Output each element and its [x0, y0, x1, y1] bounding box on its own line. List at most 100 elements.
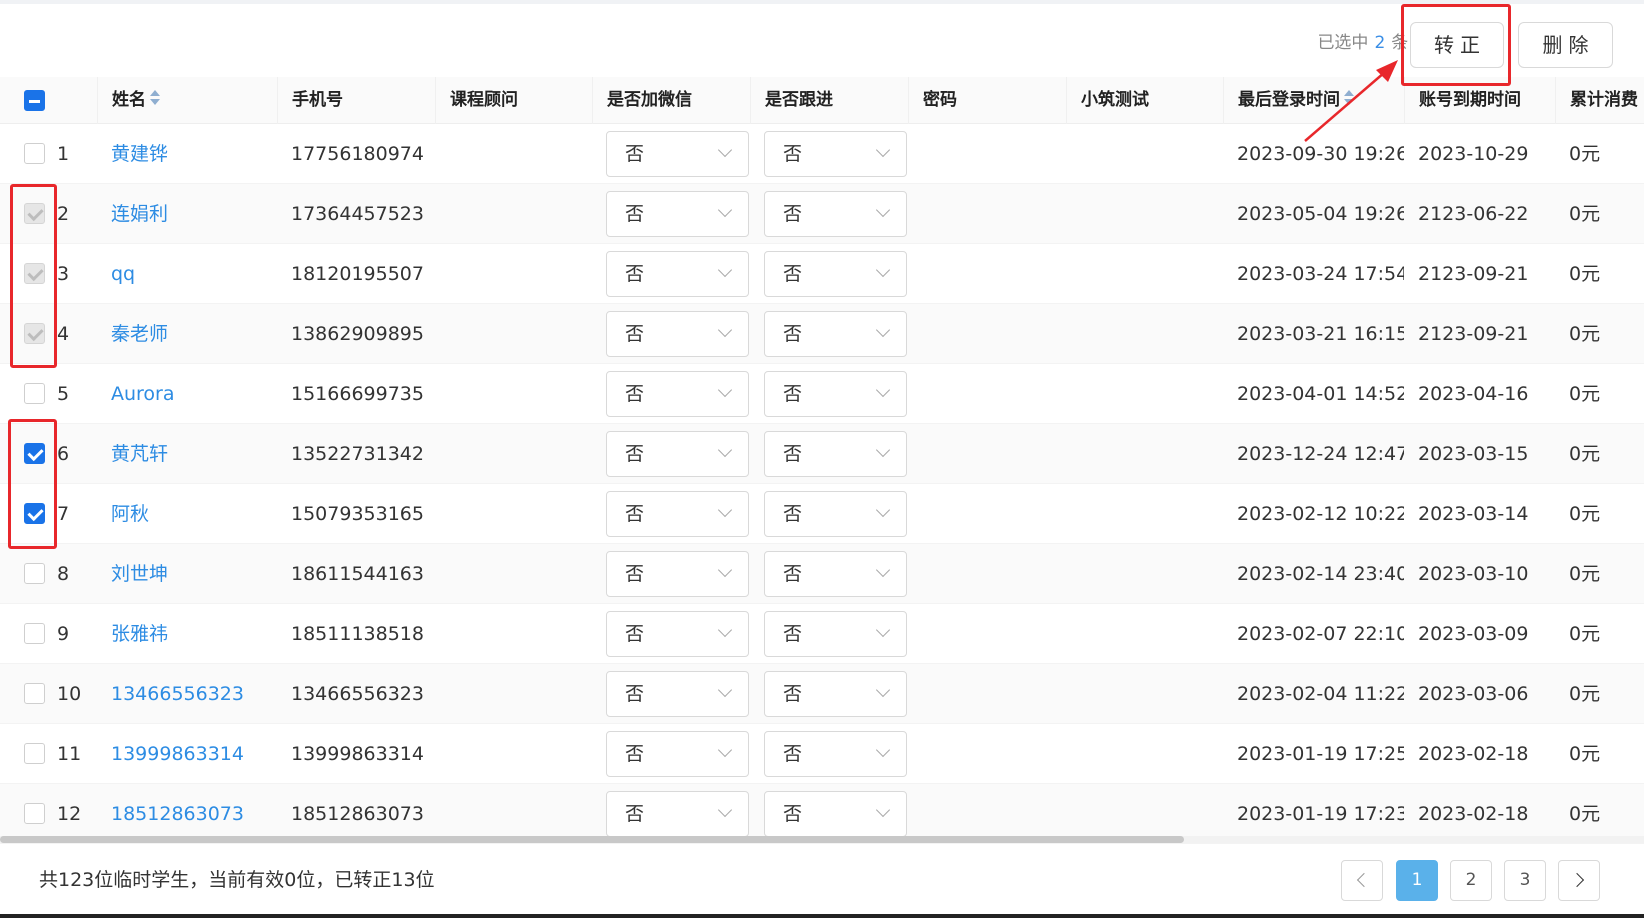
phone-cell: 17364457523	[291, 202, 424, 225]
table-row: 6 黄芃轩 13522731342 否 否 2023-12-24 12:47 2023-03…	[0, 424, 1644, 484]
chevron-down-icon	[875, 502, 891, 517]
wechat-select[interactable]: 否	[606, 430, 749, 477]
row-checkbox[interactable]	[24, 743, 45, 764]
row-index: 6	[57, 442, 70, 465]
advisor-cell	[435, 544, 592, 604]
follow-select[interactable]: 否	[764, 610, 907, 657]
row-select-cell: 3	[0, 244, 97, 304]
wechat-select[interactable]: 否	[606, 190, 749, 237]
wechat-select[interactable]: 否	[606, 550, 749, 597]
follow-select[interactable]: 否	[764, 250, 907, 297]
row-checkbox[interactable]	[24, 383, 45, 404]
row-checkbox[interactable]	[24, 323, 45, 344]
follow-cell: 否	[750, 544, 908, 604]
row-checkbox[interactable]	[24, 443, 45, 464]
row-checkbox[interactable]	[24, 563, 45, 584]
row-checkbox[interactable]	[24, 503, 45, 524]
table-row: 2 连娟利 17364457523 否 否 2023-05-04 19:26 2123-06…	[0, 184, 1644, 244]
row-select-cell: 2	[0, 184, 97, 244]
wechat-select[interactable]: 否	[606, 130, 749, 177]
next-page-button[interactable]	[1558, 860, 1600, 901]
follow-select[interactable]: 否	[764, 430, 907, 477]
wechat-select[interactable]: 否	[606, 610, 749, 657]
wechat-select[interactable]: 否	[606, 790, 749, 837]
table-header: 姓名 手机号 课程顾问 是否加微信 是否跟进 密码 小筑测试 最后登录时间 账号…	[0, 77, 1644, 124]
row-index: 10	[57, 682, 82, 705]
wechat-cell: 否	[592, 604, 750, 664]
wechat-select[interactable]: 否	[606, 490, 749, 537]
row-index: 9	[57, 622, 70, 645]
header-total: 累计消费	[1555, 77, 1644, 124]
student-name-link[interactable]: 连娟利	[97, 184, 277, 244]
follow-select[interactable]: 否	[764, 130, 907, 177]
wechat-cell: 否	[592, 484, 750, 544]
chevron-right-icon	[1569, 872, 1585, 888]
follow-select[interactable]: 否	[764, 370, 907, 417]
student-name-link[interactable]: qq	[97, 244, 277, 304]
delete-button[interactable]: 删除	[1518, 22, 1613, 68]
follow-select-value: 否	[783, 262, 803, 285]
chevron-down-icon	[717, 322, 733, 337]
password-cell	[908, 664, 1066, 724]
follow-select[interactable]: 否	[764, 190, 907, 237]
follow-select-value: 否	[783, 382, 803, 405]
convert-button[interactable]: 转正	[1410, 22, 1504, 68]
student-name-link[interactable]: 刘世坤	[97, 544, 277, 604]
phone-cell: 13466556323	[291, 682, 424, 705]
row-checkbox[interactable]	[24, 803, 45, 824]
table-row: 12 18512863073 18512863073 否 否 2023-01-19 17:…	[0, 784, 1644, 844]
wechat-cell: 否	[592, 544, 750, 604]
expire-cell: 2023-02-18	[1418, 742, 1529, 765]
follow-select[interactable]: 否	[764, 790, 907, 837]
row-checkbox[interactable]	[24, 143, 45, 164]
page-1-button[interactable]: 1	[1396, 860, 1438, 901]
row-checkbox[interactable]	[24, 203, 45, 224]
expire-cell: 2023-03-15	[1418, 442, 1529, 465]
header-last-login[interactable]: 最后登录时间	[1223, 77, 1404, 124]
wechat-select[interactable]: 否	[606, 250, 749, 297]
expire-cell: 2023-04-16	[1418, 382, 1529, 405]
horizontal-scrollbar-thumb[interactable]	[0, 836, 1184, 843]
wechat-select[interactable]: 否	[606, 370, 749, 417]
total-cell: 0元	[1569, 502, 1601, 525]
student-name-link[interactable]: 13466556323	[97, 664, 277, 724]
chevron-down-icon	[717, 622, 733, 637]
follow-select[interactable]: 否	[764, 490, 907, 537]
follow-select[interactable]: 否	[764, 550, 907, 597]
page-3-button[interactable]: 3	[1504, 860, 1546, 901]
row-index: 12	[57, 802, 82, 825]
student-name-link[interactable]: 18512863073	[97, 784, 277, 844]
header-advisor: 课程顾问	[435, 77, 592, 124]
row-select-cell: 1	[0, 124, 97, 184]
wechat-select[interactable]: 否	[606, 730, 749, 777]
student-name-link[interactable]: 秦老师	[97, 304, 277, 364]
student-name-link[interactable]: 阿秋	[97, 484, 277, 544]
advisor-cell	[435, 484, 592, 544]
student-name-link[interactable]: 黄芃轩	[97, 424, 277, 484]
follow-select[interactable]: 否	[764, 670, 907, 717]
test-cell	[1066, 244, 1223, 304]
header-name[interactable]: 姓名	[97, 77, 277, 124]
student-name-link[interactable]: 黄建铧	[97, 124, 277, 184]
student-name-link[interactable]: 13999863314	[97, 724, 277, 784]
follow-select[interactable]: 否	[764, 730, 907, 777]
student-name-link[interactable]: Aurora	[97, 364, 277, 424]
wechat-select-value: 否	[625, 622, 645, 645]
sort-icon[interactable]	[150, 90, 160, 106]
student-name-link[interactable]: 张雅祎	[97, 604, 277, 664]
page-2-button[interactable]: 2	[1450, 860, 1492, 901]
prev-page-button[interactable]	[1341, 860, 1383, 901]
expire-cell: 2123-09-21	[1418, 322, 1529, 345]
header-name-label: 姓名	[112, 90, 146, 110]
row-index: 3	[57, 262, 70, 285]
select-all-checkbox[interactable]	[24, 90, 45, 111]
row-select-cell: 8	[0, 544, 97, 604]
row-checkbox[interactable]	[24, 263, 45, 284]
header-expire: 账号到期时间	[1404, 77, 1555, 124]
follow-select[interactable]: 否	[764, 310, 907, 357]
row-checkbox[interactable]	[24, 623, 45, 644]
wechat-select[interactable]: 否	[606, 310, 749, 357]
row-checkbox[interactable]	[24, 683, 45, 704]
wechat-select[interactable]: 否	[606, 670, 749, 717]
sort-icon[interactable]	[1344, 90, 1354, 106]
